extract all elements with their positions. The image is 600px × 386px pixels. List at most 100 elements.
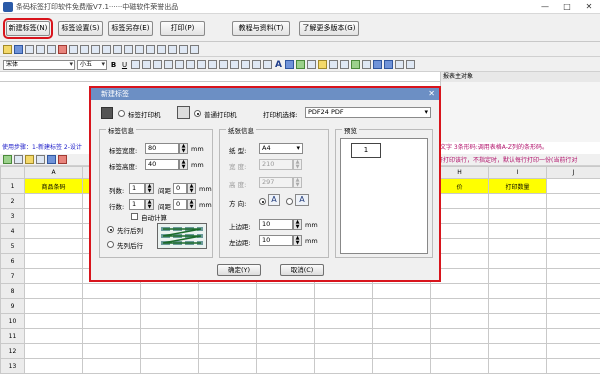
grid-insert-icon[interactable] [14, 155, 23, 164]
grid-delete-icon[interactable] [58, 155, 67, 164]
label-height-input[interactable]: 40 [145, 159, 179, 170]
tutorial-button[interactable]: 教程与资料(T) [232, 21, 290, 36]
grid-icon[interactable] [219, 60, 228, 69]
redo-icon[interactable] [80, 45, 89, 54]
top-margin-input[interactable]: 10 [259, 219, 293, 230]
minimize-button[interactable]: — [534, 0, 556, 14]
label-printer-radio[interactable] [118, 110, 125, 117]
row-header[interactable]: 8 [0, 283, 25, 299]
row-header[interactable]: 11 [0, 328, 25, 344]
column-header[interactable]: A [24, 166, 83, 179]
lock-icon[interactable] [263, 60, 272, 69]
delete-icon[interactable] [58, 45, 67, 54]
settings-icon[interactable] [406, 60, 415, 69]
close-button[interactable]: ✕ [578, 0, 600, 14]
undo-icon[interactable] [69, 45, 78, 54]
border-icon[interactable] [164, 60, 173, 69]
column-header[interactable]: I [488, 166, 547, 179]
cut-icon[interactable] [25, 45, 34, 54]
left-margin-spinner[interactable]: ▲ ▼ [293, 235, 302, 246]
rows-spinner[interactable]: ▲ ▼ [145, 199, 154, 210]
column-gap-input[interactable]: 0 [173, 183, 187, 194]
cancel-button[interactable]: 取消(C) [280, 264, 324, 276]
check-tool-icon[interactable] [351, 60, 360, 69]
line-color-icon[interactable] [252, 60, 261, 69]
align-top-icon[interactable] [124, 45, 133, 54]
row-header[interactable]: 4 [0, 223, 25, 239]
same-height-icon[interactable] [168, 45, 177, 54]
row-header[interactable]: 2 [0, 193, 25, 209]
more-versions-button[interactable]: 了解更多版本(G) [299, 21, 359, 36]
align-left-icon[interactable] [91, 45, 100, 54]
row-header[interactable]: 5 [0, 238, 25, 254]
table-cell[interactable]: 打印数量 [488, 178, 547, 194]
row-first-radio[interactable] [107, 226, 114, 233]
label-height-spinner[interactable]: ▲ ▼ [179, 159, 188, 170]
row-header[interactable]: 1 [0, 178, 25, 194]
normal-printer-radio[interactable] [194, 110, 201, 117]
paper-type-select[interactable]: A4 [259, 143, 303, 154]
columns-spinner[interactable]: ▲ ▼ [145, 183, 154, 194]
zoom-in-icon[interactable] [373, 60, 382, 69]
top-margin-spinner[interactable]: ▲ ▼ [293, 219, 302, 230]
underline-button[interactable]: U [120, 61, 129, 69]
row-header[interactable]: 3 [0, 208, 25, 224]
grid-open-icon[interactable] [25, 155, 34, 164]
dialog-close-icon[interactable]: ✕ [428, 88, 435, 100]
table-tool-icon[interactable] [362, 60, 371, 69]
label-width-spinner[interactable]: ▲ ▼ [179, 143, 188, 154]
border-top-icon[interactable] [197, 60, 206, 69]
barcode-tool-icon[interactable] [285, 60, 294, 69]
grid-add-row-icon[interactable] [3, 155, 12, 164]
label-settings-button[interactable]: 标签设置(S) [58, 21, 103, 36]
align-bottom-icon[interactable] [146, 45, 155, 54]
grid-copy-icon[interactable] [36, 155, 45, 164]
border-left-icon[interactable] [175, 60, 184, 69]
bold-button[interactable]: B [109, 61, 118, 69]
align-text-right-icon[interactable] [153, 60, 162, 69]
properties-icon[interactable] [395, 60, 404, 69]
qrcode-tool-icon[interactable] [307, 60, 316, 69]
rect-tool-icon[interactable] [340, 60, 349, 69]
align-text-left-icon[interactable] [131, 60, 140, 69]
image-tool-icon[interactable] [296, 60, 305, 69]
copy-icon[interactable] [36, 45, 45, 54]
zoom-out-icon[interactable] [384, 60, 393, 69]
shape-tool-icon[interactable] [318, 60, 327, 69]
printer-select[interactable]: PDF24 PDF [305, 107, 431, 118]
align-right-icon[interactable] [113, 45, 122, 54]
left-margin-input[interactable]: 10 [259, 235, 293, 246]
table-cell[interactable] [546, 178, 600, 194]
new-label-button[interactable]: 新建标签(N) [3, 18, 53, 39]
row-gap-spinner[interactable]: ▲ ▼ [187, 199, 196, 210]
font-select[interactable]: 宋体 [3, 59, 75, 70]
columns-input[interactable]: 1 [129, 183, 145, 194]
font-size-select[interactable]: 小五 [77, 59, 107, 70]
row-header[interactable]: 10 [0, 313, 25, 329]
label-save-as-button[interactable]: 标签另存(E) [108, 21, 153, 36]
row-header[interactable]: 6 [0, 253, 25, 269]
label-width-input[interactable]: 80 [145, 143, 179, 154]
same-width-icon[interactable] [157, 45, 166, 54]
send-back-icon[interactable] [190, 45, 199, 54]
line-tool-icon[interactable] [329, 60, 338, 69]
align-text-center-icon[interactable] [142, 60, 151, 69]
row-header[interactable]: 7 [0, 268, 25, 284]
line-style-icon[interactable] [230, 60, 239, 69]
ok-button[interactable]: 确定(Y) [217, 264, 261, 276]
row-header[interactable]: 9 [0, 298, 25, 314]
border-bottom-icon[interactable] [208, 60, 217, 69]
col-first-radio[interactable] [107, 241, 114, 248]
bring-front-icon[interactable] [179, 45, 188, 54]
row-header[interactable]: 13 [0, 358, 25, 374]
maximize-button[interactable]: □ [556, 0, 578, 14]
text-tool-icon[interactable]: A [274, 60, 283, 70]
grid-paste-icon[interactable] [47, 155, 56, 164]
portrait-radio[interactable] [259, 198, 266, 205]
save-icon[interactable] [14, 45, 23, 54]
column-gap-spinner[interactable]: ▲ ▼ [187, 183, 196, 194]
border-right-icon[interactable] [186, 60, 195, 69]
row-gap-input[interactable]: 0 [173, 199, 187, 210]
print-button[interactable]: 打印(P) [160, 21, 205, 36]
column-header[interactable]: J [546, 166, 600, 179]
